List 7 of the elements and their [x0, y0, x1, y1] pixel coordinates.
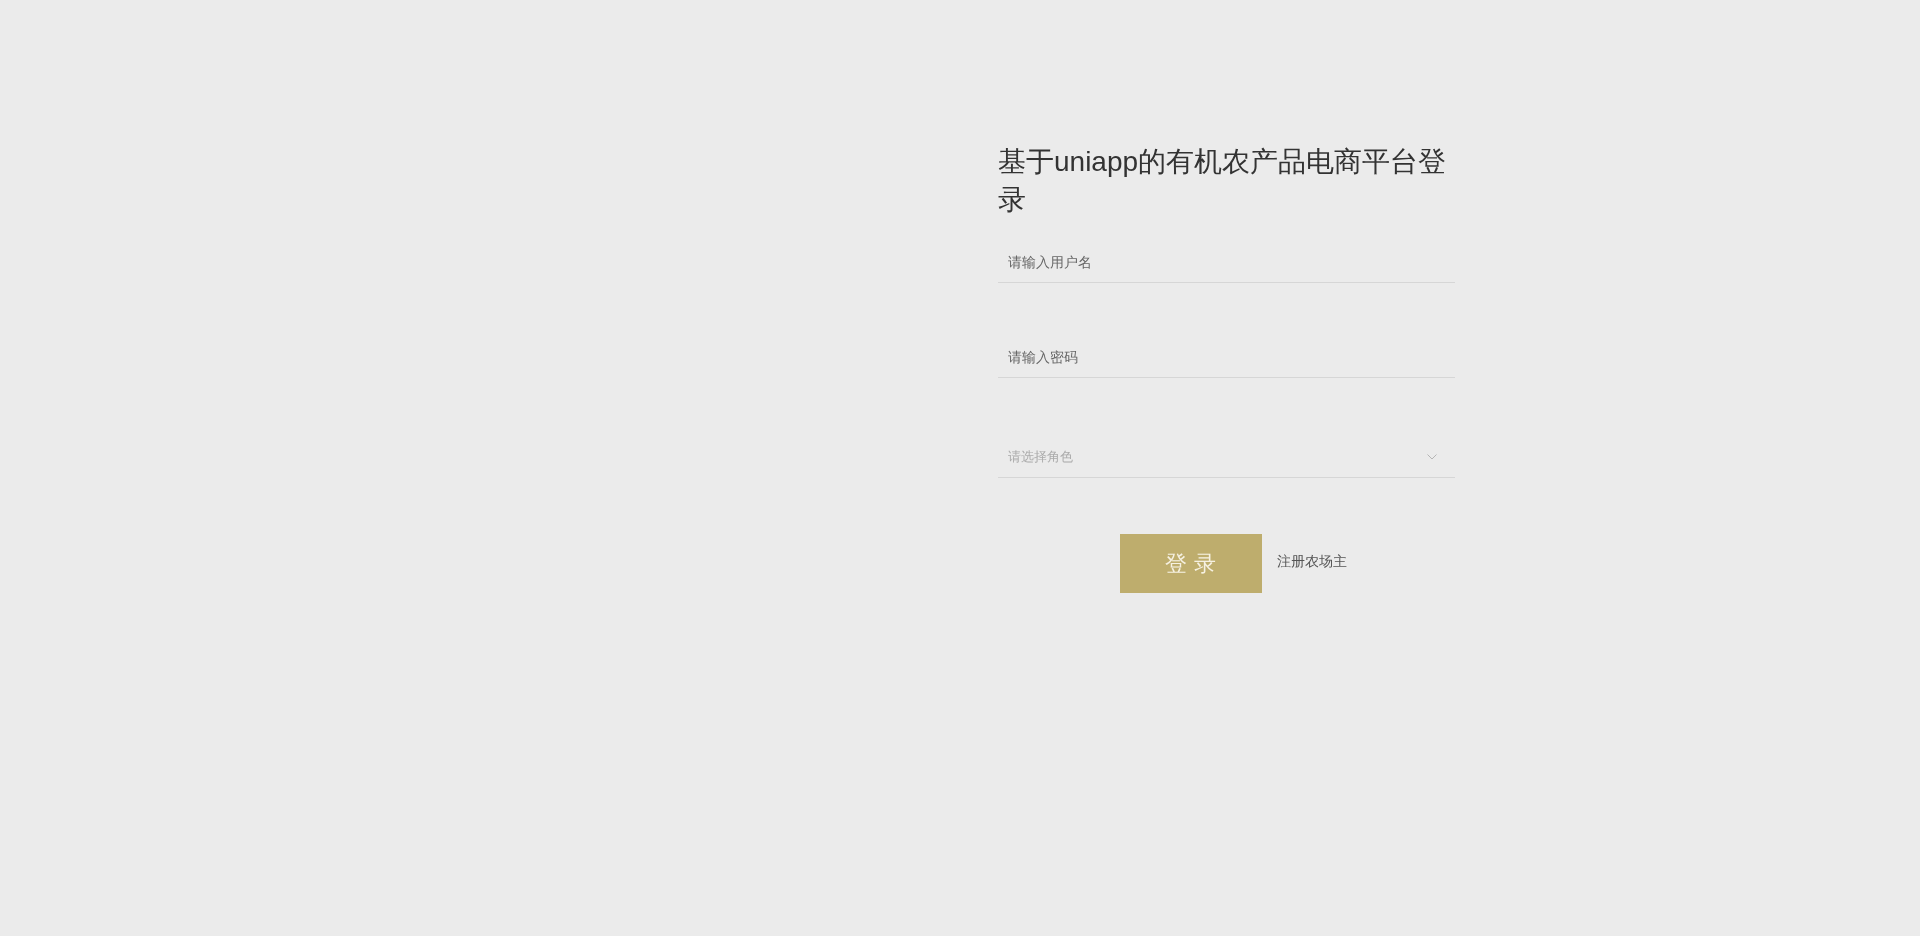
- chevron-down-icon: [1427, 454, 1437, 460]
- login-button[interactable]: 登 录: [1119, 534, 1262, 593]
- register-link[interactable]: 注册农场主: [1276, 552, 1347, 571]
- page-title: 基于uniapp的有机农产品电商平台登录: [998, 145, 1448, 217]
- password-field[interactable]: 请输入密码: [998, 337, 1455, 378]
- username-field[interactable]: 请输入用户名: [998, 242, 1455, 283]
- role-select[interactable]: 请选择角色: [998, 437, 1455, 478]
